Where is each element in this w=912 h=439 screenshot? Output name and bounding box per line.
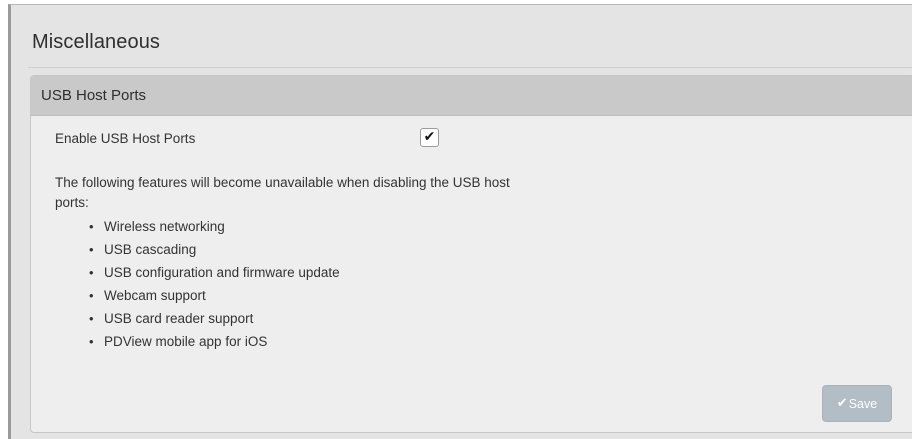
bullet-icon: • <box>89 265 94 280</box>
list-item: • USB cascading <box>89 238 340 261</box>
check-icon: ✔ <box>836 396 848 411</box>
bullet-icon: • <box>89 242 94 257</box>
save-label: Save <box>848 396 878 411</box>
feature-label: Webcam support <box>104 288 206 303</box>
save-button[interactable]: ✔ Save <box>822 385 892 422</box>
list-item: • USB configuration and firmware update <box>89 261 340 284</box>
usb-host-ports-panel: USB Host Ports Enable USB Host Ports ✔ T… <box>30 75 912 433</box>
panel-header: USB Host Ports <box>31 76 912 116</box>
feature-label: USB card reader support <box>104 311 254 326</box>
bullet-icon: • <box>89 288 94 303</box>
bullet-icon: • <box>89 311 94 326</box>
main-frame: Miscellaneous USB Host Ports Enable USB … <box>8 4 912 439</box>
enable-usb-checkbox[interactable]: ✔ <box>420 128 439 147</box>
page-title: Miscellaneous <box>32 31 161 53</box>
checkmark-icon: ✔ <box>423 129 436 145</box>
bullet-icon: • <box>89 334 94 349</box>
list-item: • PDView mobile app for iOS <box>89 330 340 353</box>
feature-label: USB cascading <box>104 242 197 257</box>
feature-list: • Wireless networking • USB cascading • USB… <box>89 215 340 353</box>
enable-usb-label: Enable USB Host Ports <box>55 131 196 146</box>
list-item: • Wireless networking <box>89 215 340 238</box>
list-item: • Webcam support <box>89 284 340 307</box>
title-divider <box>28 67 912 68</box>
list-item: • USB card reader support <box>89 307 340 330</box>
feature-label: USB configuration and firmware update <box>104 265 340 280</box>
feature-label: PDView mobile app for iOS <box>104 334 268 349</box>
feature-label: Wireless networking <box>104 219 225 234</box>
bullet-icon: • <box>89 219 94 234</box>
usb-description: The following features will become unava… <box>55 175 510 210</box>
enable-usb-row: Enable USB Host Ports <box>55 131 455 151</box>
